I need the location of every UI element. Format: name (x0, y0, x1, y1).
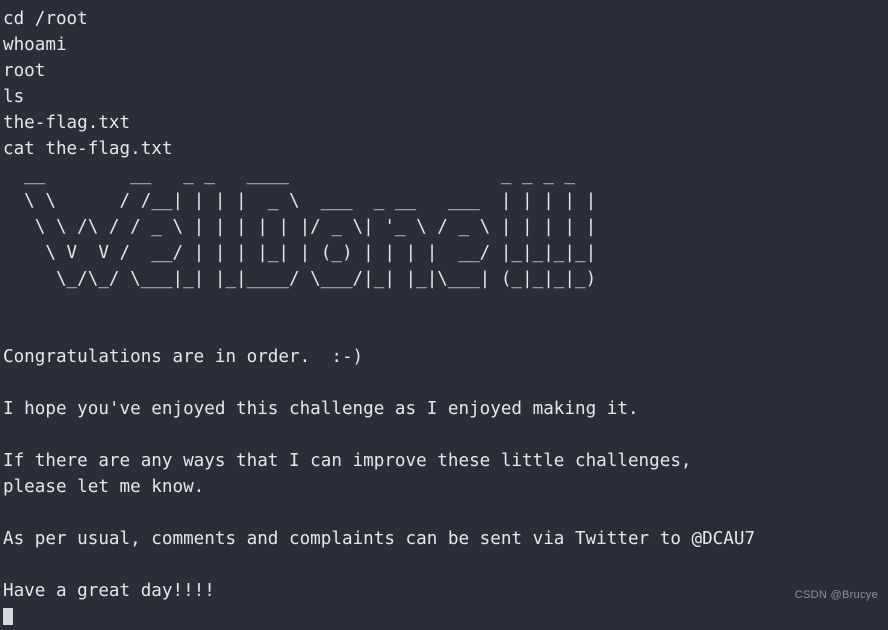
terminal-output-line: the-flag.txt (3, 113, 131, 133)
ascii-art-banner: __ __ _ _ ____ _ _ _ _ \ \ / /__| | | | … (24, 165, 597, 289)
message-improve-line2: please let me know. (3, 477, 205, 497)
terminal-cursor-line (3, 604, 888, 630)
terminal-command-line: ls (3, 87, 25, 107)
terminal-command-line: whoami (3, 35, 67, 55)
terminal-window[interactable]: cd /root whoami root ls the-flag.txt cat… (0, 0, 888, 625)
message-great-day: Have a great day!!!! (3, 581, 215, 601)
message-twitter-contact: As per usual, comments and complaints ca… (3, 529, 756, 549)
message-improve-line1: If there are any ways that I can improve… (3, 451, 692, 471)
terminal-output-line: root (3, 61, 46, 81)
message-hope-enjoyed: I hope you've enjoyed this challenge as … (3, 399, 639, 419)
terminal-command-line: cd /root (3, 9, 88, 29)
message-congratulations: Congratulations are in order. :-) (3, 347, 364, 367)
terminal-command-line: cat the-flag.txt (3, 139, 173, 159)
terminal-output: cd /root whoami root ls the-flag.txt cat… (0, 0, 888, 630)
watermark-label: CSDN @Brucye (794, 589, 878, 601)
